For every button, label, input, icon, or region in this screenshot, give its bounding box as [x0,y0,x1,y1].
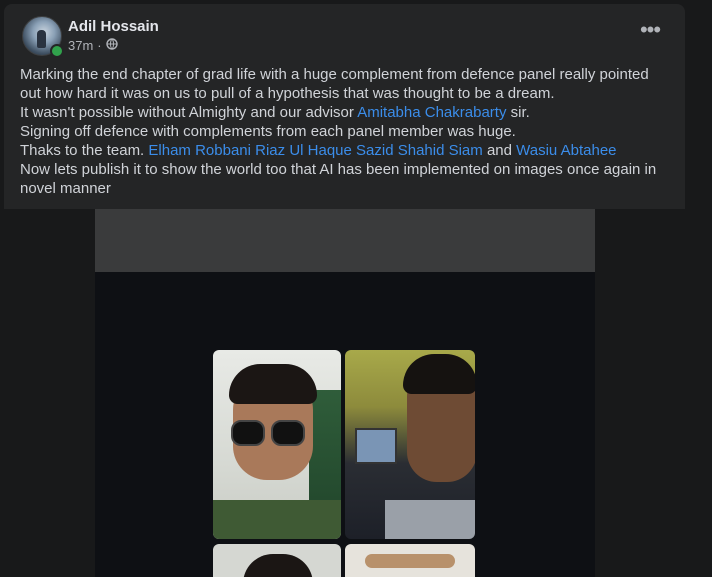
post-text: Marking the end chapter of grad life wit… [20,65,670,198]
post-line: Signing off defence with complements fro… [20,123,516,140]
more-horizontal-icon: ••• [639,17,661,42]
mention-link[interactable]: Elham Robbani [148,142,251,159]
mention-link[interactable]: Wasiu Abtahee [516,142,616,159]
online-status-indicator [50,44,64,58]
globe-icon [105,38,118,53]
video-call-tile [345,544,475,577]
mention-link[interactable]: Riaz Ul Haque [255,142,352,159]
post-line: It wasn't possible without Almighty and … [20,104,530,121]
post-photo[interactable] [95,209,595,577]
post-media [4,209,685,577]
mention-link[interactable]: Sazid Shahid Siam [356,142,483,159]
mention-link[interactable]: Amitabha Chakrabarty [357,104,506,121]
post-meta: 37m · [68,38,118,53]
post-line: Now lets publish it to show the world to… [20,161,657,197]
post-line: Marking the end chapter of grad life wit… [20,66,649,102]
meta-separator: · [97,38,102,53]
post-line: Thaks to the team. Elham Robbani Riaz Ul… [20,142,617,159]
more-options-button[interactable]: ••• [632,19,668,46]
post-timestamp[interactable]: 37m [68,38,93,53]
video-call-tile [213,350,341,539]
feed-post: Adil Hossain 37m · ••• Marking the end c… [4,4,685,577]
video-call-tile [345,350,475,539]
author-name[interactable]: Adil Hossain [68,18,159,35]
video-call-tile [213,544,341,577]
